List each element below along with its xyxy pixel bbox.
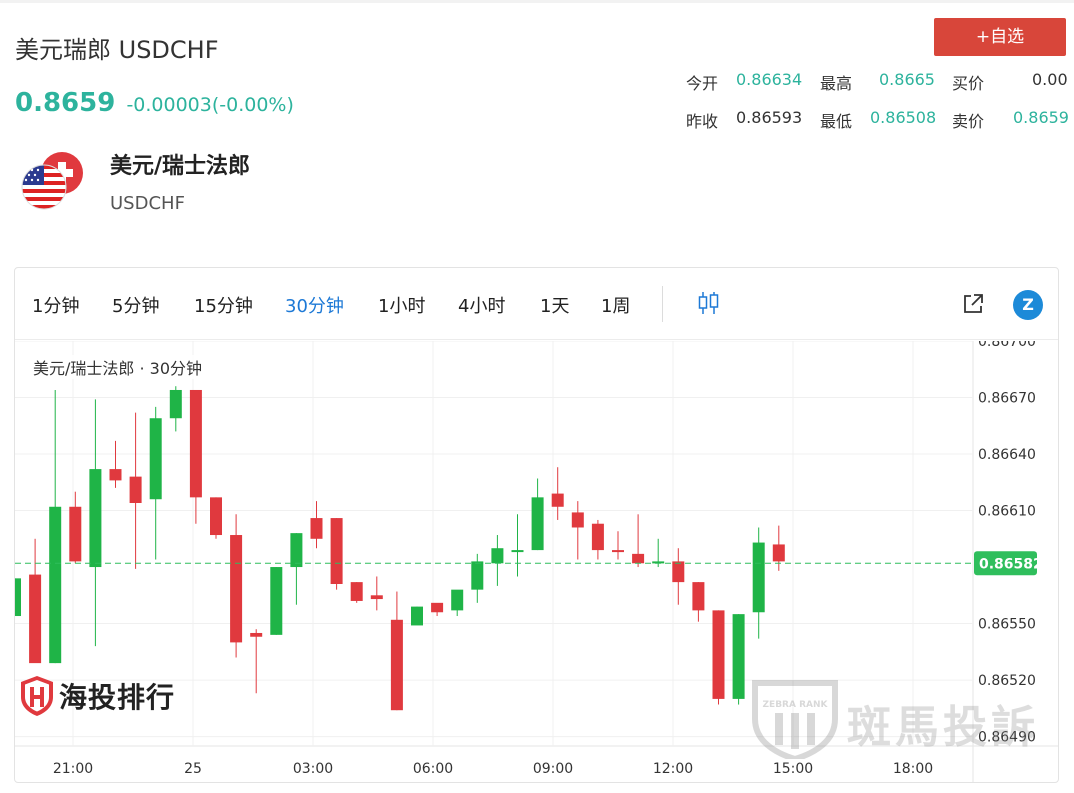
low-value: 0.86508 <box>870 108 937 127</box>
current-price-tag-label: 0.86582 <box>979 556 1043 572</box>
chart-plot-area[interactable]: 0.86700 0.86670 0.86640 0.86610 0.86550 0.865… <box>15 334 1058 782</box>
popout-icon[interactable] <box>961 292 985 316</box>
chart-toolbar: 1分钟 5分钟 15分钟 30分钟 1小时 4小时 1天 1周 Z <box>15 268 1058 340</box>
candle-body <box>571 512 584 528</box>
prev-close-value: 0.86593 <box>736 108 803 127</box>
open-label: 今开 <box>686 74 719 93</box>
candle-body <box>29 574 42 664</box>
zebra-shield-icon: ZEBRA RANK <box>752 680 838 763</box>
y-tick-label: 0.86640 <box>978 447 1036 463</box>
usd-chf-flag-icon <box>20 148 88 214</box>
bid-label: 买价 <box>952 74 985 93</box>
x-tick-label: 06:00 <box>413 761 453 777</box>
candle-body <box>290 533 303 568</box>
candle-body <box>330 518 343 584</box>
candle-body <box>169 389 182 419</box>
timeframe-5m[interactable]: 5分钟 <box>112 292 159 318</box>
watermark-zebra: ZEBRA RANK 斑馬投訴 <box>747 679 1057 763</box>
bid-value: 0.00 <box>1032 70 1068 89</box>
candle-body <box>591 523 604 551</box>
ask-value: 0.8659 <box>1013 108 1069 127</box>
candle-body <box>692 582 705 611</box>
page-title: 美元瑞郎 USDCHF <box>15 36 219 64</box>
prev-close-label: 昨收 <box>686 112 719 131</box>
candle-body <box>732 614 745 699</box>
price-change: -0.00003(-0.00%) <box>126 94 294 116</box>
y-tick-label: 0.86550 <box>978 617 1036 633</box>
candle-body <box>250 632 263 637</box>
candle-body <box>511 550 524 553</box>
candle-body <box>230 535 243 643</box>
candle-body <box>712 610 725 699</box>
candle-body <box>491 548 504 564</box>
z-brand-icon[interactable]: Z <box>1013 290 1043 320</box>
high-value: 0.8665 <box>879 70 935 89</box>
candle-body <box>109 469 122 481</box>
open-value: 0.86634 <box>736 70 803 89</box>
candle-body <box>451 589 464 611</box>
x-tick-label: 25 <box>184 761 202 777</box>
x-tick-label: 12:00 <box>653 761 693 777</box>
candle-body <box>411 606 423 626</box>
watermark-zebra-text: 斑馬投訴 <box>847 702 1039 753</box>
x-tick-label: 18:00 <box>893 761 933 777</box>
candle-body <box>310 518 323 539</box>
x-tick-label: 09:00 <box>533 761 573 777</box>
toolbar-divider <box>662 286 663 322</box>
y-tick-label: 0.86610 <box>978 504 1036 520</box>
candle-body <box>15 578 21 617</box>
haitou-logo-icon <box>21 676 53 716</box>
watermark-haitou-text: 海投排行 <box>59 681 176 714</box>
candle-body <box>471 561 484 590</box>
candle-body <box>772 544 785 562</box>
timeframe-1m[interactable]: 1分钟 <box>32 292 79 318</box>
candle-body <box>390 619 403 711</box>
instrument-code: USDCHF <box>110 193 185 214</box>
y-tick-label: 0.86700 <box>978 341 1036 350</box>
candle-body <box>49 506 62 664</box>
timeframe-15m[interactable]: 15分钟 <box>194 292 253 318</box>
instrument-name: 美元/瑞士法郎 <box>110 154 251 179</box>
candle-body <box>270 567 283 635</box>
current-price: 0.8659 <box>15 88 116 118</box>
quote-row-2: 昨收 0.86593 最低 0.86508 卖价 0.8659 <box>680 108 1070 132</box>
x-tick-label: 15:00 <box>773 761 813 777</box>
candle-body <box>69 506 82 562</box>
add-to-watchlist-button[interactable]: +自选 <box>934 18 1066 56</box>
candle-body <box>89 469 102 568</box>
candle-body <box>632 553 645 564</box>
candlestick-type-icon[interactable] <box>697 290 721 316</box>
top-divider <box>0 0 1074 3</box>
candle-body <box>149 418 162 500</box>
timeframe-4h[interactable]: 4小时 <box>458 292 505 318</box>
y-tick-label: 0.86670 <box>978 391 1036 407</box>
candle-body <box>612 550 624 553</box>
watermark-haitou: 海投排行 <box>19 675 174 717</box>
candle-body <box>551 493 564 507</box>
timeframe-1d[interactable]: 1天 <box>540 292 569 318</box>
candle-body <box>129 476 142 503</box>
timeframe-1w[interactable]: 1周 <box>601 292 630 318</box>
candle-body <box>210 497 222 536</box>
chart-legend: 美元/瑞士法郎 · 30分钟 <box>31 355 205 379</box>
ask-label: 卖价 <box>952 112 985 131</box>
chart-panel: 1分钟 5分钟 15分钟 30分钟 1小时 4小时 1天 1周 Z 0.8670… <box>14 267 1059 783</box>
candle-body <box>370 595 383 600</box>
candle-body <box>752 542 765 613</box>
x-tick-label: 03:00 <box>293 761 333 777</box>
zebra-badge-text: ZEBRA RANK <box>763 700 829 710</box>
quote-row-1: 今开 0.86634 最高 0.8665 买价 0.00 <box>680 70 1070 94</box>
candle-body <box>189 389 202 498</box>
candle-body <box>531 497 544 551</box>
high-label: 最高 <box>820 74 853 93</box>
candle-body <box>431 602 444 613</box>
candle-body <box>350 582 363 601</box>
price-row: 0.8659 -0.00003(-0.00%) <box>15 88 294 118</box>
timeframe-1h[interactable]: 1小时 <box>378 292 425 318</box>
timeframe-30m[interactable]: 30分钟 <box>285 292 344 318</box>
x-tick-label: 21:00 <box>53 761 93 777</box>
low-label: 最低 <box>820 112 853 131</box>
candle-body <box>672 561 685 583</box>
